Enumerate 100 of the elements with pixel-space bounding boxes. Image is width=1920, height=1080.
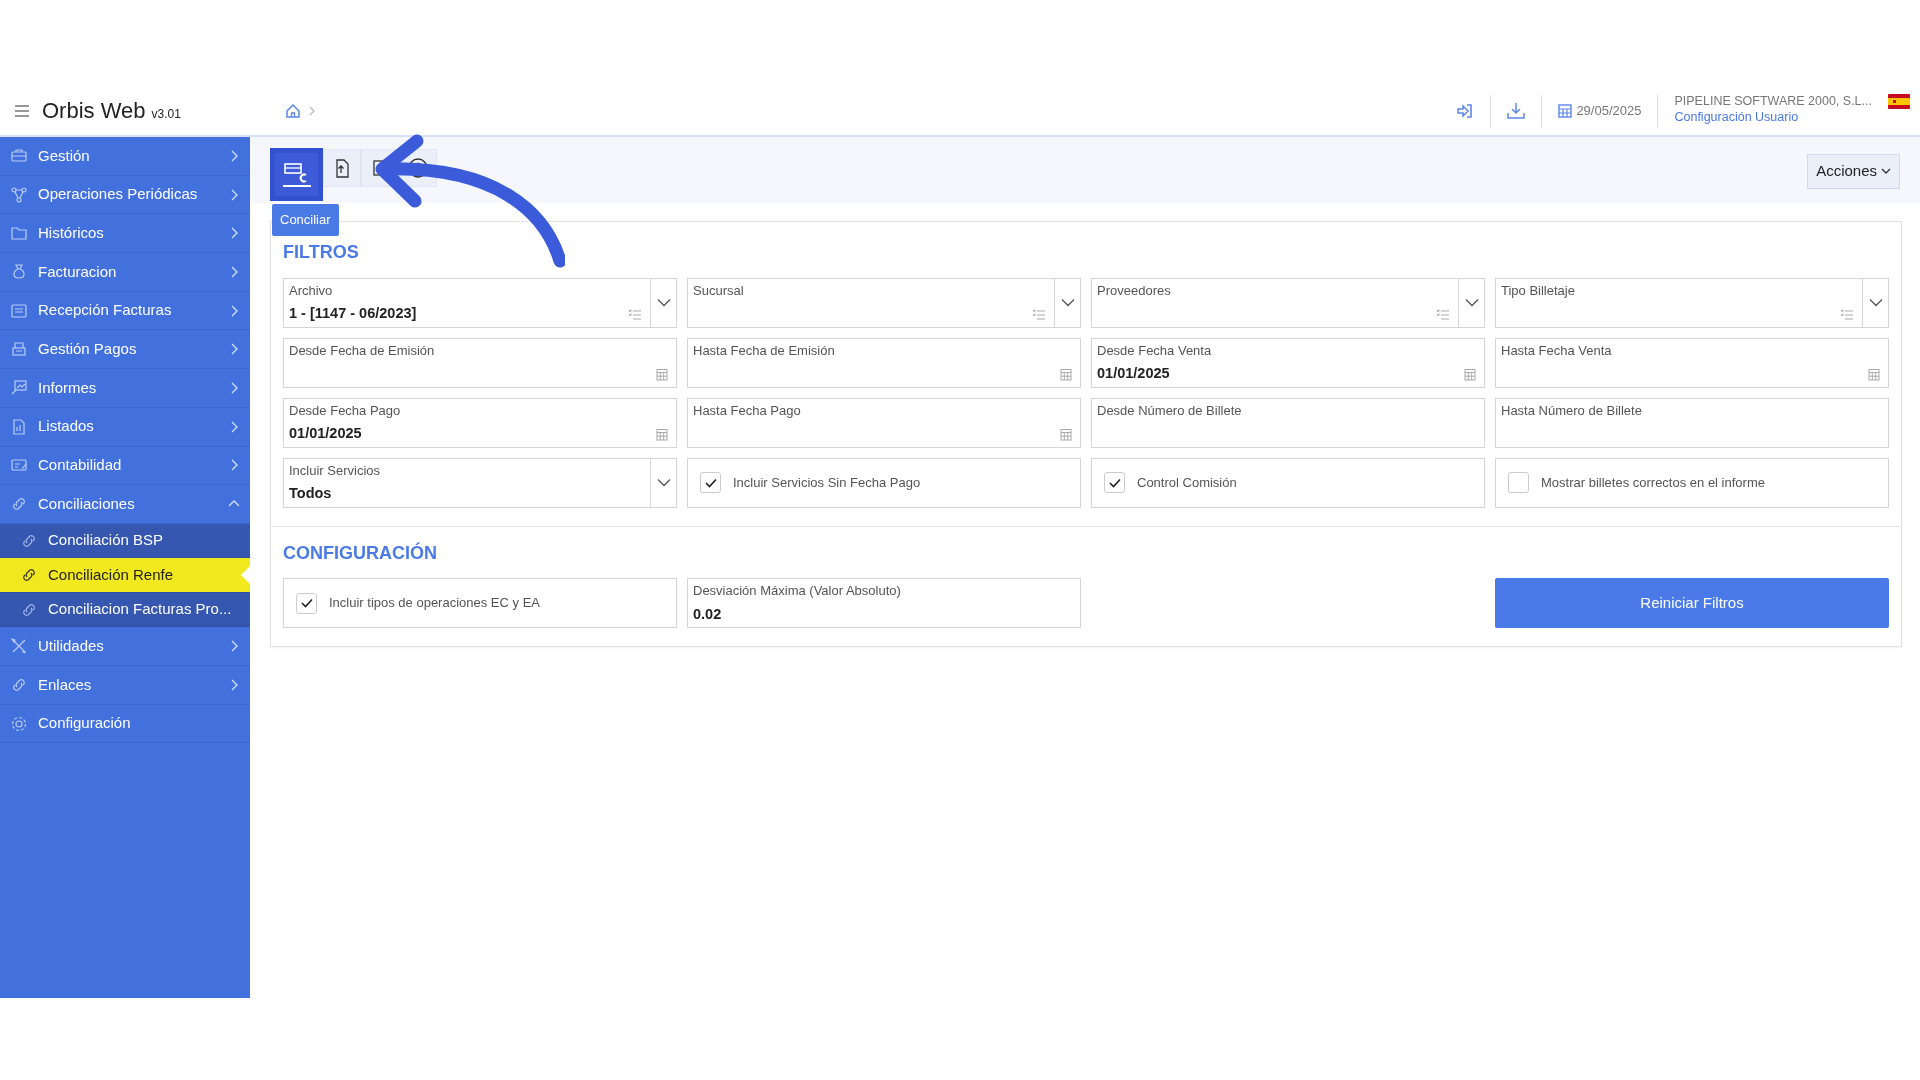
reset-filters-button[interactable]: Reiniciar Filtros (1495, 578, 1889, 629)
login-icon[interactable] (1456, 102, 1475, 119)
sidebar-label: Gestión Pagos (38, 339, 137, 360)
field-label: Desde Fecha Pago (289, 401, 402, 420)
sidebar-item[interactable]: Conciliaciones (0, 485, 250, 524)
sidebar-item[interactable]: Listados (0, 407, 250, 447)
select-field[interactable]: Proveedores (1091, 277, 1485, 328)
document-icon (10, 417, 28, 436)
flag-icon (1888, 93, 1910, 109)
calendar-icon (1060, 427, 1072, 441)
checkbox-label: Control Comisión (1137, 473, 1237, 492)
field-label: Sucursal (693, 281, 745, 300)
chevron-down-icon[interactable] (656, 478, 671, 488)
app-title: Orbis Web (42, 97, 146, 125)
sidebar-item[interactable]: Operaciones Periódicas (0, 175, 250, 215)
user-settings-link[interactable]: Configuración Usuario (1674, 108, 1872, 128)
nodes-icon (10, 185, 28, 204)
date-field[interactable]: Hasta Fecha Pago (687, 397, 1081, 448)
sidebar-label: Históricos (38, 222, 104, 243)
checklist-icon[interactable] (1840, 308, 1854, 321)
sidebar-label: Utilidades (38, 635, 104, 656)
field-value: 01/01/2025 (1097, 364, 1170, 384)
chevron-down-icon[interactable] (1868, 298, 1883, 308)
sidebar-item[interactable]: Informes (0, 369, 250, 408)
sidebar-label: Gestión (38, 145, 90, 166)
sidebar-label: Conciliación Renfe (48, 564, 174, 585)
checkbox[interactable] (296, 592, 317, 614)
list-icon (10, 301, 28, 320)
sidebar-item[interactable]: Históricos (0, 214, 250, 254)
field-value: Todos (289, 484, 332, 504)
chevron-down-icon[interactable] (1464, 298, 1479, 308)
checklist-icon[interactable] (1436, 308, 1450, 321)
select-field[interactable]: Archivo 1 - [1147 - 06/2023] (283, 277, 677, 328)
calendar-icon (1558, 103, 1573, 118)
settings-icon (10, 714, 28, 733)
date-field[interactable]: Hasta Fecha de Emisión (687, 337, 1081, 388)
select-field[interactable]: Incluir Servicios Todos (283, 457, 677, 508)
check-icon (1108, 477, 1121, 488)
date-field[interactable]: Desde Fecha Venta 01/01/2025 (1091, 337, 1485, 388)
field-label: Hasta Fecha Venta (1501, 341, 1613, 360)
date-field[interactable]: Desde Fecha de Emisión (283, 337, 677, 388)
sidebar-label: Contabilidad (38, 455, 122, 476)
sidebar-label: Operaciones Periódicas (38, 184, 198, 205)
checkbox[interactable] (700, 472, 721, 494)
tools-icon (10, 637, 28, 656)
sidebar-label: Informes (38, 377, 97, 398)
company-name: PIPELINE SOFTWARE 2000, S.L... (1674, 93, 1872, 109)
help-icon (408, 158, 428, 178)
sidebar-label: Conciliaciones (38, 493, 135, 514)
actions-dropdown[interactable]: Acciones (1807, 154, 1900, 189)
printer-icon (10, 340, 28, 359)
section-title: FILTROS (283, 242, 360, 264)
sidebar-item[interactable]: Configuración (0, 704, 250, 744)
checkbox[interactable] (1104, 472, 1125, 494)
field-label: Desviación Máxima (Valor Absoluto) (693, 582, 902, 601)
input-field[interactable]: Desde Número de Billete (1091, 397, 1485, 448)
date-text: 29/05/2025 (1576, 101, 1642, 120)
briefcase-icon (10, 146, 28, 165)
sidebar-subitem[interactable]: Conciliación BSP (0, 523, 250, 559)
field-value: 01/01/2025 (289, 424, 362, 444)
field-label: Incluir Servicios (289, 461, 382, 480)
sidebar-item[interactable]: Recepción Facturas (0, 291, 250, 331)
field-label: Proveedores (1097, 281, 1172, 300)
field-label: Archivo (289, 281, 334, 300)
check-icon (704, 477, 717, 488)
home-icon[interactable] (284, 102, 301, 119)
sidebar-subitem[interactable]: Conciliación Renfe (0, 558, 250, 593)
sidebar-subitem[interactable]: Conciliacion Facturas Pro... (0, 592, 250, 628)
chevron-down-icon[interactable] (656, 298, 671, 308)
select-field[interactable]: Sucursal (687, 277, 1081, 328)
pointer-notch (241, 566, 250, 585)
input-field[interactable]: Desviación Máxima (Valor Absoluto) 0.02 (687, 578, 1081, 629)
date-field[interactable]: Desde Fecha Pago 01/01/2025 (283, 397, 677, 448)
field-label: Desde Número de Billete (1097, 401, 1243, 420)
input-field[interactable]: Hasta Número de Billete (1495, 397, 1889, 448)
date-field[interactable]: Hasta Fecha Venta (1495, 337, 1889, 388)
sidebar-item[interactable]: Utilidades (0, 627, 250, 667)
chevron-down-icon[interactable] (1060, 298, 1075, 308)
checklist-icon[interactable] (628, 308, 642, 321)
download-icon[interactable] (1507, 102, 1526, 119)
check-icon (300, 598, 313, 609)
field-label: Hasta Fecha Pago (693, 401, 802, 420)
sidebar-item[interactable]: Gestión (0, 137, 250, 176)
sidebar-item[interactable]: Gestión Pagos (0, 330, 250, 370)
calendar-icon (1060, 367, 1072, 381)
sidebar-label: Conciliacion Facturas Pro... (48, 599, 232, 620)
toolbar-button[interactable] (270, 148, 323, 201)
folder-icon (10, 224, 28, 243)
sidebar-label: Conciliación BSP (48, 530, 164, 551)
sidebar-label: Facturacion (38, 261, 117, 282)
sidebar-item[interactable]: Enlaces (0, 666, 250, 705)
menu-icon[interactable] (14, 103, 30, 118)
checkbox-label: Mostrar billetes correctos en el informe (1541, 473, 1765, 492)
checklist-icon[interactable] (1032, 308, 1046, 321)
select-field[interactable]: Tipo Billetaje (1495, 277, 1889, 328)
sidebar-item[interactable]: Facturacion (0, 253, 250, 292)
checkbox-label: Incluir tipos de operaciones EC y EA (329, 594, 540, 613)
sidebar-item[interactable]: Contabilidad (0, 446, 250, 486)
field-label: Tipo Billetaje (1501, 281, 1576, 300)
checkbox[interactable] (1508, 472, 1529, 494)
